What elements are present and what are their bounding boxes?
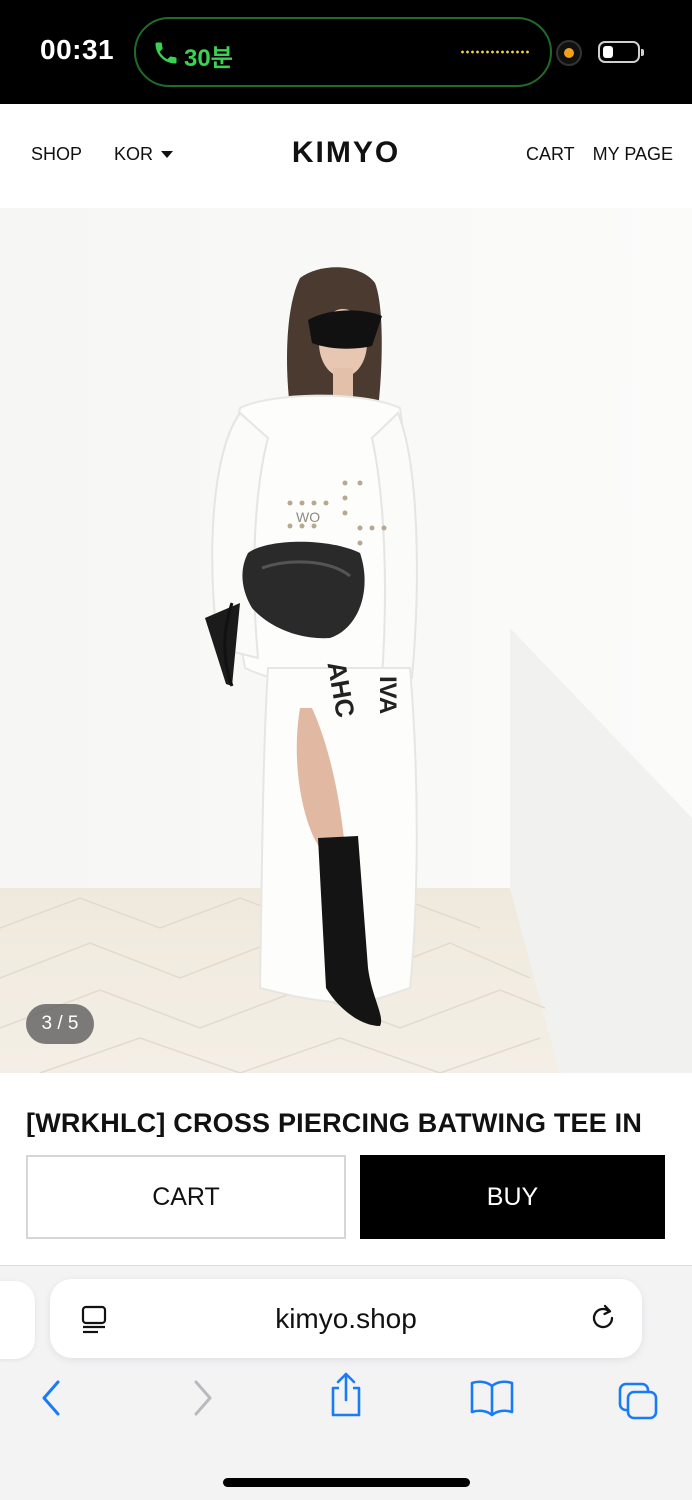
- url-text[interactable]: kimyo.shop: [50, 1303, 642, 1335]
- audio-waveform: [460, 50, 530, 54]
- phone-icon: [155, 42, 177, 64]
- nav-my-page-link[interactable]: MY PAGE: [593, 144, 673, 165]
- previous-tab-preview[interactable]: [0, 1281, 35, 1359]
- product-photo: WO AHC IVA: [0, 208, 692, 1073]
- status-bar: 00:31 30분: [0, 0, 692, 104]
- browser-chrome: kimyo.shop: [0, 1265, 692, 1500]
- status-time: 00:31: [40, 34, 115, 65]
- svg-text:IVA: IVA: [374, 676, 401, 714]
- image-counter-badge: 3 / 5: [26, 1004, 94, 1044]
- svg-text:WO: WO: [296, 509, 320, 525]
- call-duration: 30분: [184, 45, 233, 72]
- product-image-slider[interactable]: WO AHC IVA 3 / 5: [0, 208, 692, 1073]
- reload-icon[interactable]: [588, 1303, 618, 1333]
- address-bar[interactable]: kimyo.shop: [50, 1279, 642, 1358]
- chevron-right-icon[interactable]: [188, 1378, 216, 1418]
- recording-indicator: [556, 40, 582, 66]
- site-header: SHOP KOR KIMYO CART MY PAGE: [0, 104, 692, 208]
- tabs-icon[interactable]: [616, 1380, 662, 1422]
- purchase-action-bar: CART BUY: [0, 1137, 692, 1265]
- nav-cart-link[interactable]: CART: [526, 144, 575, 165]
- book-icon[interactable]: [468, 1378, 516, 1418]
- product-title: [WRKHLC] CROSS PIERCING BATWING TEE IN: [26, 1108, 643, 1138]
- chevron-left-icon[interactable]: [38, 1378, 66, 1418]
- browser-toolbar: [0, 1372, 692, 1428]
- home-indicator: [223, 1478, 470, 1487]
- nav-right: CART MY PAGE: [526, 144, 673, 165]
- add-to-cart-button[interactable]: CART: [26, 1155, 346, 1239]
- dynamic-island-call[interactable]: 30분: [134, 17, 552, 87]
- share-icon[interactable]: [326, 1370, 366, 1420]
- battery-icon: [598, 41, 644, 63]
- buy-now-button[interactable]: BUY: [360, 1155, 665, 1239]
